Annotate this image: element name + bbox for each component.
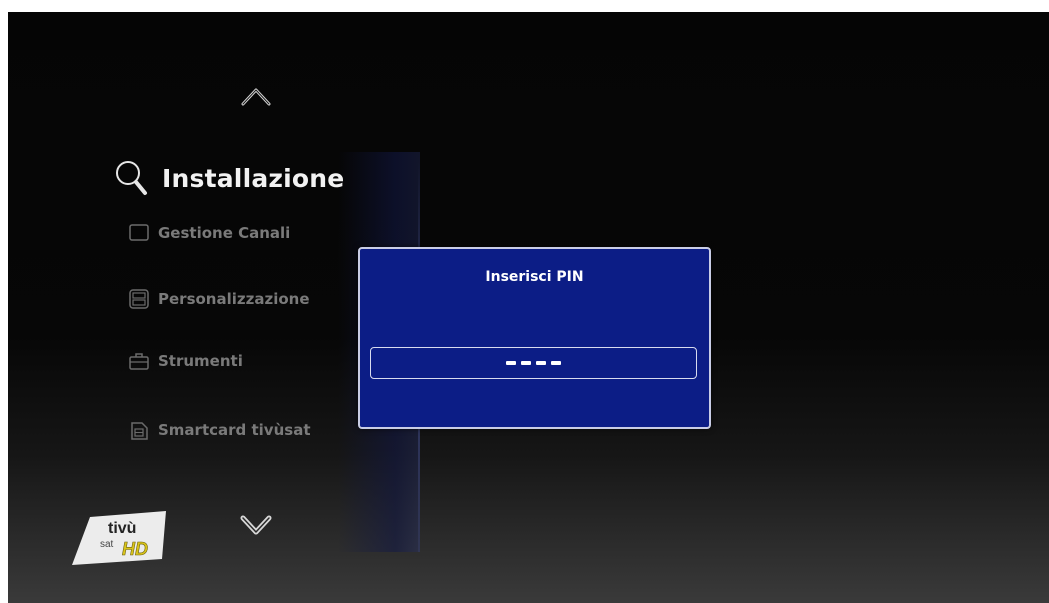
menu-item-label: Personalizzazione — [158, 290, 310, 308]
customize-icon — [129, 289, 149, 309]
menu-item-label: Smartcard tivùsat — [158, 421, 311, 439]
pin-digit-mask — [506, 361, 516, 365]
toolbox-icon — [129, 353, 149, 370]
menu-item-gestione-canali[interactable]: Gestione Canali — [128, 219, 290, 247]
section-header: Installazione — [114, 154, 344, 202]
pin-input[interactable] — [370, 347, 697, 379]
menu-item-smartcard[interactable]: Smartcard tivùsat — [128, 416, 310, 444]
pin-digit-mask — [551, 361, 561, 365]
pin-digit-mask — [536, 361, 546, 365]
menu-item-personalizzazione[interactable]: Personalizzazione — [128, 285, 310, 313]
pin-mask — [506, 361, 561, 365]
menu-item-label: Gestione Canali — [158, 224, 291, 242]
menu-item-label: Strumenti — [158, 352, 243, 370]
dialog-title: Inserisci PIN — [485, 269, 584, 285]
svg-text:sat: sat — [100, 539, 114, 550]
pin-dialog: Inserisci PIN — [358, 247, 711, 429]
smartcard-icon — [131, 422, 148, 440]
svg-text:HD: HD — [122, 539, 148, 559]
tivusat-hd-logo: tivù sat HD — [72, 511, 166, 565]
list-icon — [129, 224, 149, 241]
section-title: Installazione — [162, 163, 345, 193]
chevron-up-icon[interactable] — [240, 86, 272, 108]
chevron-down-icon[interactable] — [240, 514, 272, 536]
search-icon — [116, 161, 147, 195]
pin-digit-mask — [521, 361, 531, 365]
svg-text:tivù: tivù — [108, 520, 136, 537]
menu-item-strumenti[interactable]: Strumenti — [128, 347, 243, 375]
tv-screen: Installazione Gestione Canali Personaliz… — [8, 12, 1049, 603]
